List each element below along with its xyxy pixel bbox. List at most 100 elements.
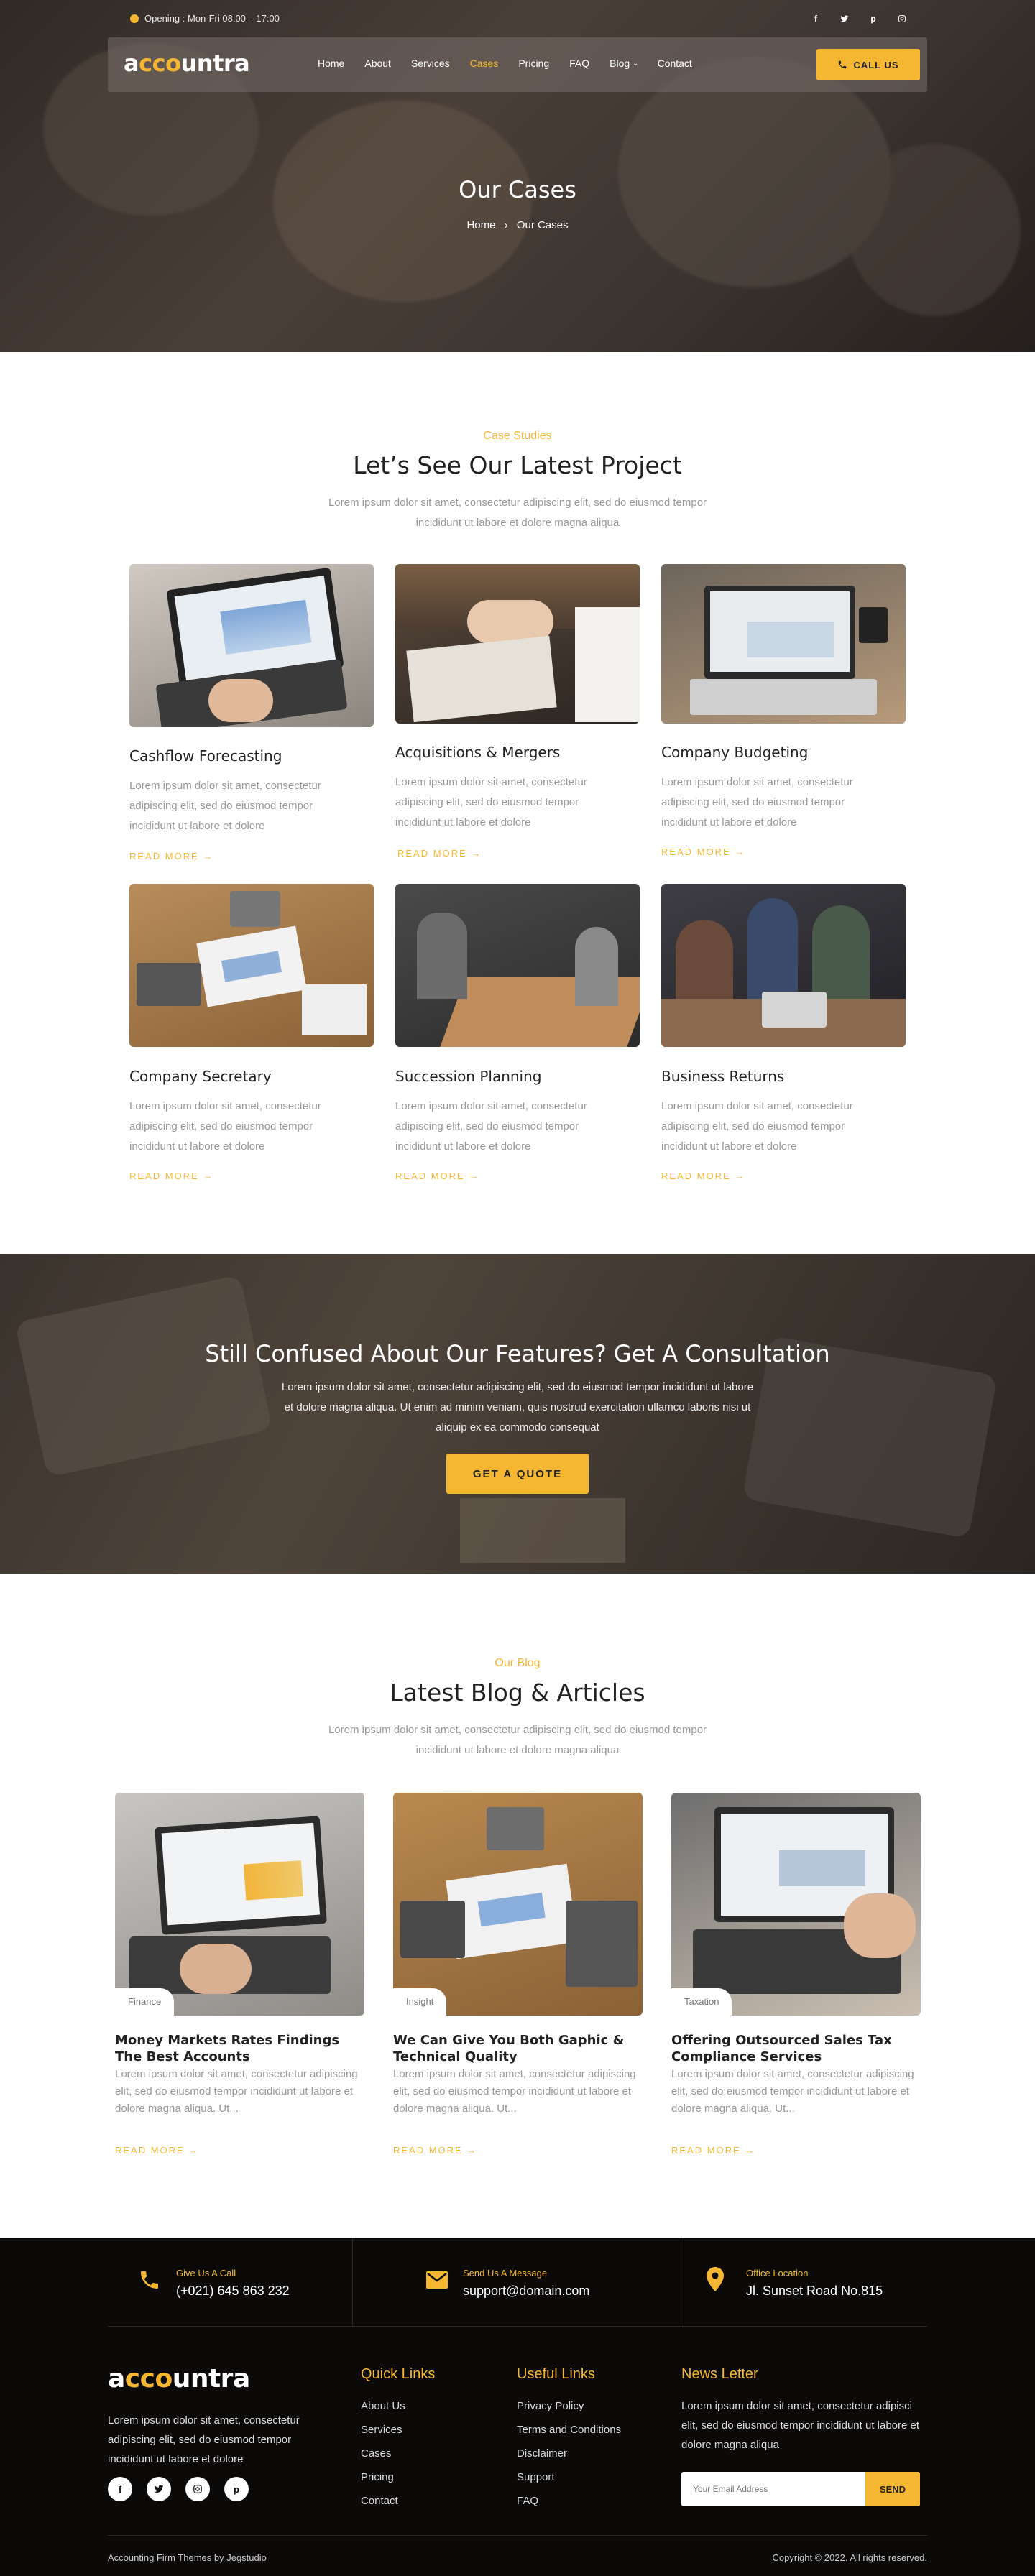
case-title[interactable]: Business Returns [661, 1068, 784, 1085]
pinterest-icon[interactable]: p [224, 2477, 249, 2501]
case-image[interactable] [129, 884, 374, 1047]
arrow-right-icon: → [471, 848, 482, 859]
case-read-more[interactable]: READ MORE → [129, 851, 213, 862]
nav-faq[interactable]: FAQ [569, 57, 589, 69]
get-quote-button[interactable]: GET A QUOTE [446, 1454, 589, 1494]
footer-link-support[interactable]: Support [517, 2471, 555, 2483]
blog-post-title[interactable]: Money Markets Rates Findings The Best Ac… [115, 2032, 359, 2065]
contact-message: Send Us A Message support@domain.com [353, 2238, 681, 2326]
nav-contact[interactable]: Contact [658, 57, 692, 69]
consultation-banner: Still Confused About Our Features? Get A… [0, 1254, 1035, 1574]
logo-text: untra [172, 2364, 251, 2393]
twitter-icon[interactable] [837, 11, 852, 26]
blog-image[interactable] [393, 1793, 643, 2016]
read-more-label: READ MORE [397, 848, 467, 859]
footer-credit[interactable]: Accounting Firm Themes by Jegstudio [108, 2552, 267, 2563]
footer-logo[interactable]: a cco untra [108, 2364, 250, 2393]
twitter-icon[interactable] [147, 2477, 171, 2501]
read-more-label: READ MORE [115, 2145, 185, 2156]
footer-link-contact[interactable]: Contact [361, 2495, 398, 2507]
blog-post-title[interactable]: We Can Give You Both Gaphic & Technical … [393, 2032, 638, 2065]
contact-office: Office Location Jl. Sunset Road No.815 [681, 2238, 927, 2326]
pinterest-icon[interactable]: p [866, 11, 880, 26]
case-image[interactable] [661, 564, 906, 724]
case-read-more[interactable]: READ MORE → [661, 1171, 745, 1181]
case-read-more[interactable]: READ MORE → [397, 848, 482, 859]
blog-image[interactable] [671, 1793, 921, 2016]
arrow-right-icon: → [203, 1171, 214, 1181]
blog-read-more[interactable]: READ MORE → [671, 2145, 755, 2156]
footer-link-about[interactable]: About Us [361, 2400, 405, 2412]
read-more-label: READ MORE [395, 1171, 465, 1181]
read-more-label: READ MORE [661, 1171, 731, 1181]
case-read-more[interactable]: READ MORE → [661, 846, 745, 857]
top-social-links: f p [809, 11, 909, 26]
case-title[interactable]: Cashflow Forecasting [129, 747, 282, 765]
contact-email[interactable]: support@domain.com [463, 2284, 589, 2299]
footer-link-disclaimer[interactable]: Disclaimer [517, 2447, 567, 2460]
blog-post-excerpt: Lorem ipsum dolor sit amet, consectetur … [115, 2068, 358, 2115]
opening-hours-text: Opening : Mon-Fri 08:00 – 17:00 [144, 13, 280, 24]
footer-link-services[interactable]: Services [361, 2424, 402, 2436]
case-title[interactable]: Company Secretary [129, 1068, 272, 1085]
case-title[interactable]: Succession Planning [395, 1068, 542, 1085]
clock-icon [130, 14, 139, 23]
instagram-icon[interactable] [185, 2477, 210, 2501]
arrow-right-icon: → [735, 846, 746, 857]
footer-link-privacy[interactable]: Privacy Policy [517, 2400, 584, 2412]
cta-title: Still Confused About Our Features? Get A… [205, 1340, 830, 1367]
blog-read-more[interactable]: READ MORE → [393, 2145, 477, 2156]
nav-about[interactable]: About [364, 57, 391, 69]
logo-text: a [108, 2364, 125, 2393]
footer-link-faq[interactable]: FAQ [517, 2495, 538, 2507]
blog-category-badge[interactable]: Taxation [671, 1988, 732, 2016]
blog-category-badge[interactable]: Insight [393, 1988, 447, 2016]
blog-read-more[interactable]: READ MORE → [115, 2145, 199, 2156]
logo-text: a [124, 50, 139, 77]
footer-link-cases[interactable]: Cases [361, 2447, 392, 2460]
case-title[interactable]: Company Budgeting [661, 744, 808, 761]
cta-bg-shape [14, 1275, 273, 1477]
chevron-down-icon[interactable]: ⌄ [632, 60, 638, 69]
blog-post-excerpt: Lorem ipsum dolor sit amet, consectetur … [393, 2068, 636, 2115]
arrow-right-icon: → [203, 851, 214, 862]
nav-home[interactable]: Home [318, 57, 344, 69]
nav-pricing[interactable]: Pricing [518, 57, 549, 69]
breadcrumb-separator-icon: › [504, 219, 508, 231]
nav-blog[interactable]: Blog [610, 57, 630, 69]
nav-cases[interactable]: Cases [470, 57, 499, 69]
breadcrumb-home[interactable]: Home [466, 219, 495, 231]
case-read-more[interactable]: READ MORE → [129, 1171, 213, 1181]
blog-image[interactable] [115, 1793, 364, 2016]
contact-phone[interactable]: (+021) 645 863 232 [176, 2284, 290, 2299]
case-image[interactable] [395, 884, 640, 1047]
case-image[interactable] [661, 884, 906, 1047]
footer-link-pricing[interactable]: Pricing [361, 2471, 394, 2483]
call-us-button[interactable]: CALL US [816, 49, 920, 80]
footer-copyright: Copyright © 2022. All rights reserved. [772, 2552, 927, 2563]
case-description: Lorem ipsum dolor sit amet, consectetur … [395, 1100, 587, 1153]
newsletter-email-input[interactable] [681, 2472, 865, 2506]
instagram-icon[interactable] [895, 11, 909, 26]
blog-category-badge[interactable]: Finance [115, 1988, 175, 2016]
nav-services[interactable]: Services [411, 57, 450, 69]
case-read-more[interactable]: READ MORE → [395, 1171, 479, 1181]
newsletter-text: Lorem ipsum dolor sit amet, consectetur … [681, 2400, 920, 2451]
footer-link-terms[interactable]: Terms and Conditions [517, 2424, 621, 2436]
hero-section: Opening : Mon-Fri 08:00 – 17:00 f p a cco… [0, 0, 1035, 352]
read-more-label: READ MORE [129, 1171, 199, 1181]
site-logo[interactable]: a cco untra [124, 50, 250, 77]
case-image[interactable] [395, 564, 640, 724]
breadcrumb-current: Our Cases [516, 219, 569, 231]
case-image[interactable] [129, 564, 374, 727]
facebook-icon[interactable]: f [108, 2477, 132, 2501]
newsletter-send-button[interactable]: SEND [865, 2472, 920, 2506]
cta-bg-shape [460, 1498, 625, 1563]
location-pin-icon [707, 2267, 724, 2291]
contact-address: Jl. Sunset Road No.815 [746, 2284, 883, 2298]
arrow-right-icon: → [745, 2145, 756, 2156]
facebook-icon[interactable]: f [809, 11, 823, 26]
blog-post-title[interactable]: Offering Outsourced Sales Tax Compliance… [671, 2032, 916, 2065]
case-title[interactable]: Acquisitions & Mergers [395, 744, 560, 761]
read-more-label: READ MORE [671, 2145, 741, 2156]
